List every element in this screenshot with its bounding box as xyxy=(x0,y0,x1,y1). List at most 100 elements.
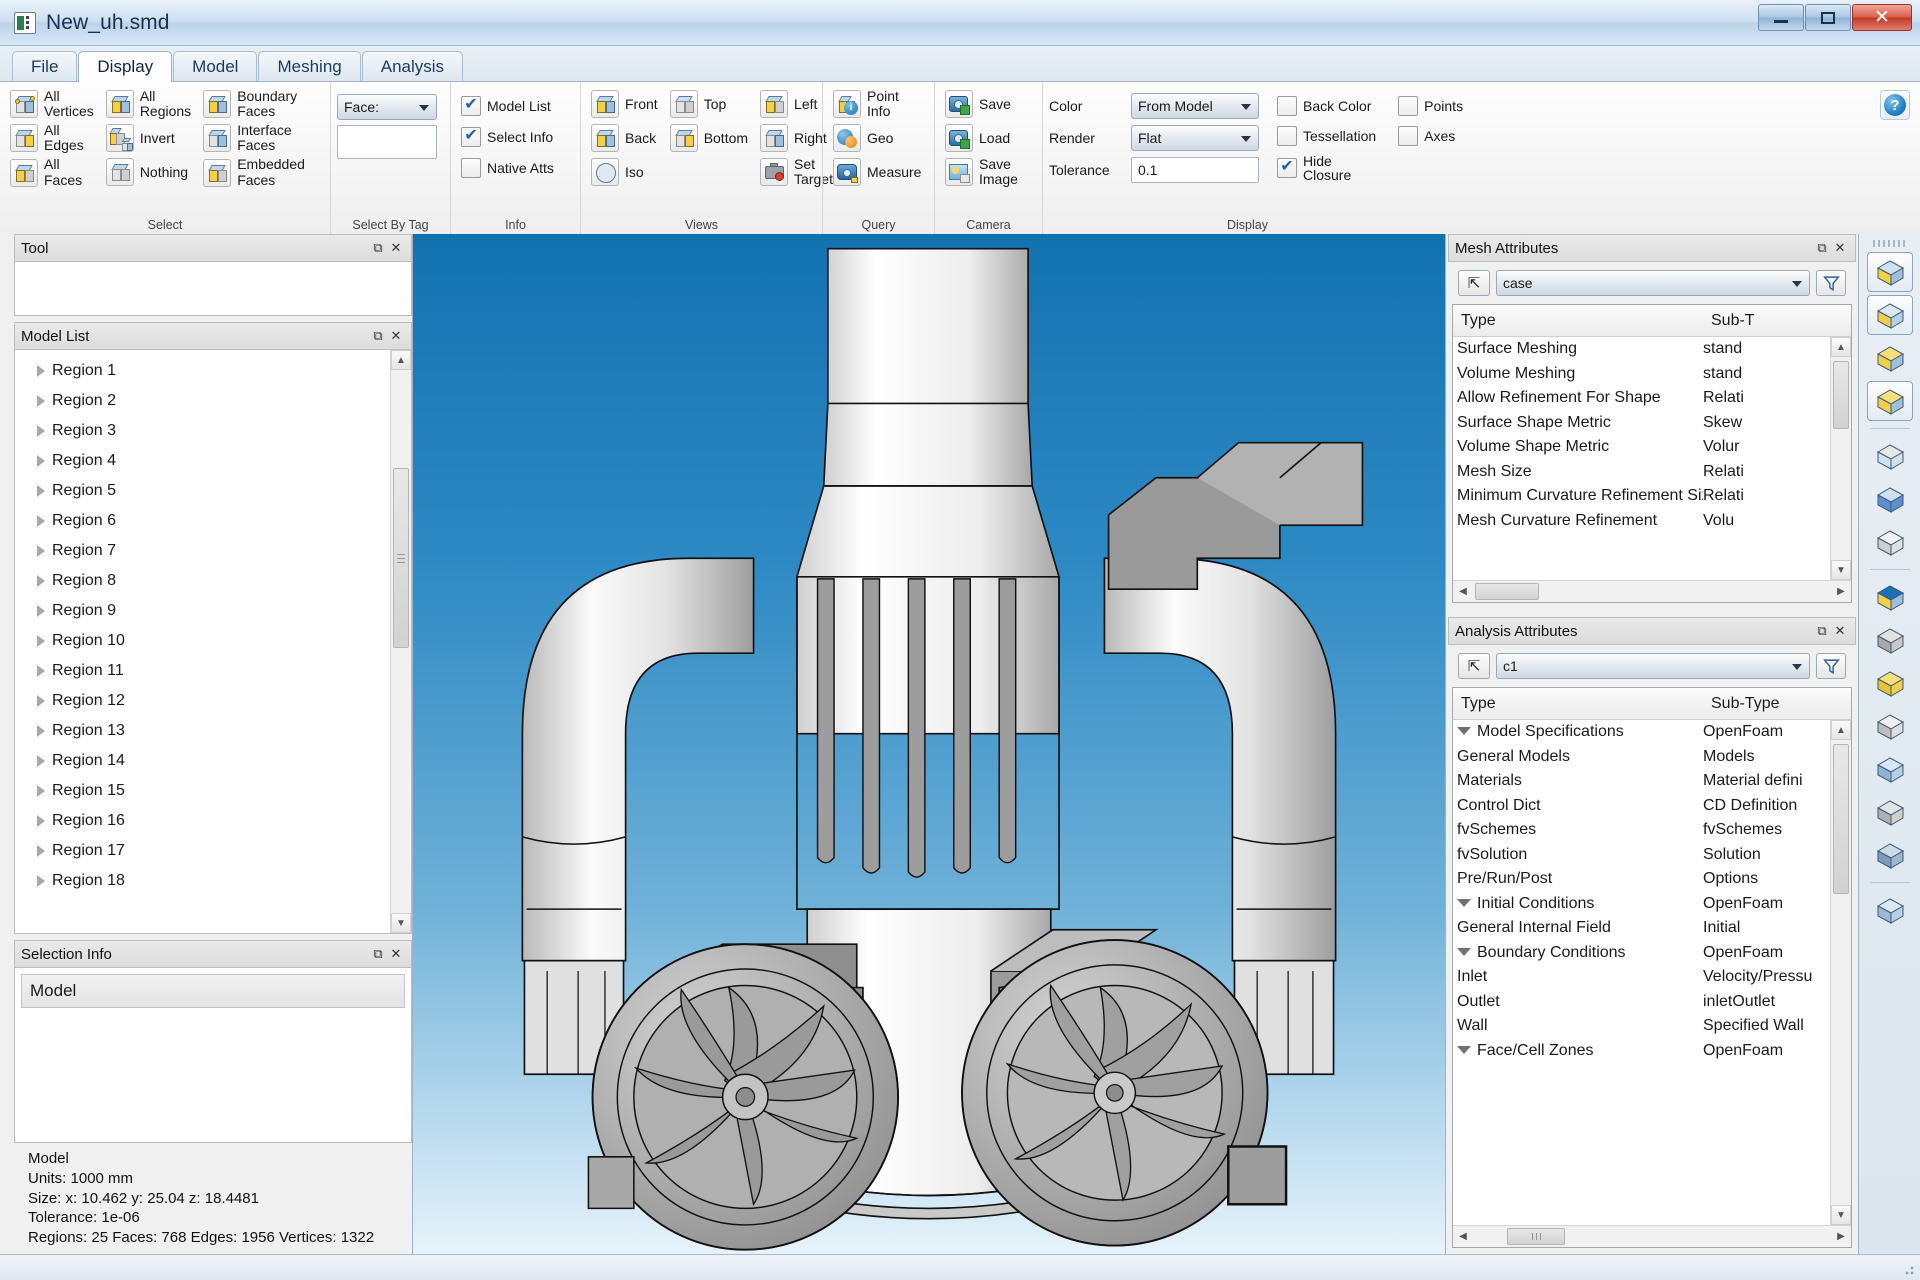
maximize-button[interactable] xyxy=(1805,4,1851,31)
mesh-attributes-undock-icon[interactable]: ⧉ xyxy=(1813,239,1831,257)
expand-triangle-icon[interactable] xyxy=(37,395,45,407)
expand-triangle-icon[interactable] xyxy=(37,425,45,437)
selection-info-undock-icon[interactable]: ⧉ xyxy=(369,945,387,963)
select-all-faces-button[interactable]: All Faces xyxy=(6,156,98,188)
open-box-icon[interactable] xyxy=(1867,890,1913,930)
tolerance-input[interactable]: 0.1 xyxy=(1131,157,1259,183)
camera-save-button[interactable]: Save xyxy=(941,88,1036,120)
show-hide-regions-icon[interactable] xyxy=(1866,252,1913,292)
view-top-button[interactable]: Top xyxy=(666,88,752,120)
3d-model-viewport[interactable] xyxy=(413,234,1445,1254)
model-list-item[interactable]: Region 14 xyxy=(15,746,411,776)
rail-grip-handle[interactable] xyxy=(1872,240,1907,247)
scroll-right-icon[interactable]: ▶ xyxy=(1831,1231,1851,1242)
analysis-grid-vscroll[interactable]: ▲ ▼ xyxy=(1830,720,1851,1225)
table-row[interactable]: Pre/Run/Post Options xyxy=(1453,867,1851,892)
scroll-thumb[interactable] xyxy=(1475,583,1539,600)
analysis-attributes-grid[interactable]: Type Sub-Type Model Specifications OpenFo… xyxy=(1452,687,1852,1248)
cutaway-view-icon[interactable] xyxy=(1866,295,1913,335)
expand-triangle-icon[interactable] xyxy=(37,665,45,677)
checkbox-select-info[interactable]: Select Info xyxy=(457,125,574,149)
analysis-grid-rows[interactable]: Model Specifications OpenFoam General Mode… xyxy=(1453,720,1851,1225)
wireframe-refresh-icon[interactable] xyxy=(1867,436,1913,476)
expand-triangle-icon[interactable] xyxy=(37,875,45,887)
table-row[interactable]: Surface Meshing stand xyxy=(1453,337,1851,362)
expand-triangle-icon[interactable] xyxy=(37,365,45,377)
model-list-tree[interactable]: Region 1 Region 2 Region 3 Region 4 Region 5… xyxy=(15,350,411,896)
table-row[interactable]: fvSolution Solution xyxy=(1453,843,1851,868)
view-iso-button[interactable]: Iso xyxy=(587,156,662,188)
table-row[interactable]: Control Dict CD Definition xyxy=(1453,794,1851,819)
slab-refresh-icon[interactable] xyxy=(1867,835,1913,875)
table-row[interactable]: Outlet inletOutlet xyxy=(1453,990,1851,1015)
model-list-item[interactable]: Region 11 xyxy=(15,656,411,686)
mesh-case-combo[interactable]: case xyxy=(1496,270,1810,296)
analysis-filter-icon[interactable] xyxy=(1816,653,1846,679)
region-info-icon[interactable] xyxy=(1867,577,1913,617)
minimize-button[interactable] xyxy=(1758,4,1804,31)
table-row[interactable]: Materials Material defini xyxy=(1453,769,1851,794)
tab-file[interactable]: File xyxy=(12,51,78,81)
model-list-item[interactable]: Region 9 xyxy=(15,596,411,626)
tool-panel-close-icon[interactable]: ✕ xyxy=(387,239,405,257)
measure-button[interactable]: Measure xyxy=(829,156,928,188)
analysis-attributes-close-icon[interactable]: ✕ xyxy=(1831,622,1849,640)
scroll-left-icon[interactable]: ◀ xyxy=(1453,1231,1473,1242)
model-list-item[interactable]: Region 12 xyxy=(15,686,411,716)
point-info-button[interactable]: i Point Info xyxy=(829,88,928,120)
expand-triangle-icon[interactable] xyxy=(37,755,45,767)
blue-slab-icon[interactable] xyxy=(1867,749,1913,789)
model-list-item[interactable]: Region 4 xyxy=(15,446,411,476)
scroll-right-icon[interactable]: ▶ xyxy=(1831,586,1851,597)
table-row[interactable]: Face/Cell Zones OpenFoam xyxy=(1453,1039,1851,1064)
scroll-thumb[interactable] xyxy=(1833,744,1849,894)
mesh-grid-rows[interactable]: Surface Meshing stand Volume Meshing stand A… xyxy=(1453,337,1851,580)
table-row[interactable]: Boundary Conditions OpenFoam xyxy=(1453,941,1851,966)
light-slab-icon[interactable] xyxy=(1867,706,1913,746)
expand-triangle-icon[interactable] xyxy=(37,575,45,587)
selection-info-close-icon[interactable]: ✕ xyxy=(387,945,405,963)
collapse-triangle-icon[interactable] xyxy=(1457,727,1471,736)
table-row[interactable]: Allow Refinement For Shape Relati xyxy=(1453,386,1851,411)
expand-triangle-icon[interactable] xyxy=(37,455,45,467)
tool-panel-undock-icon[interactable]: ⧉ xyxy=(369,239,387,257)
table-row[interactable]: Volume Shape Metric Volur xyxy=(1453,435,1851,460)
two-region-icon[interactable] xyxy=(1867,338,1913,378)
view-bottom-button[interactable]: Bottom xyxy=(666,122,752,154)
model-list-item[interactable]: Region 10 xyxy=(15,626,411,656)
resize-grip-icon[interactable] xyxy=(1900,1261,1916,1277)
mesh-grid-vscroll[interactable]: ▲ ▼ xyxy=(1830,337,1851,580)
scroll-down-icon[interactable]: ▼ xyxy=(1831,1205,1851,1225)
model-list-close-icon[interactable]: ✕ xyxy=(387,327,405,345)
mesh-add-attribute-icon[interactable]: ⇱ xyxy=(1458,270,1490,296)
table-row[interactable]: Mesh Curvature Refinement Volu xyxy=(1453,509,1851,534)
expand-triangle-icon[interactable] xyxy=(37,485,45,497)
table-row[interactable]: Surface Shape Metric Skew xyxy=(1453,411,1851,436)
scroll-left-icon[interactable]: ◀ xyxy=(1453,586,1473,597)
select-boundary-faces-button[interactable]: Boundary Faces xyxy=(199,88,309,120)
view-front-button[interactable]: Front xyxy=(587,88,662,120)
scroll-thumb[interactable] xyxy=(1507,1228,1565,1245)
table-row[interactable]: Volume Meshing stand xyxy=(1453,362,1851,387)
analysis-add-attribute-icon[interactable]: ⇱ xyxy=(1458,653,1490,679)
model-list-undock-icon[interactable]: ⧉ xyxy=(369,327,387,345)
expand-triangle-icon[interactable] xyxy=(37,725,45,737)
scroll-down-icon[interactable]: ▼ xyxy=(391,913,411,933)
geo-button[interactable]: Geo xyxy=(829,122,928,154)
scroll-thumb[interactable] xyxy=(393,468,409,648)
tab-display[interactable]: Display xyxy=(78,51,173,82)
scroll-thumb[interactable] xyxy=(1833,361,1849,429)
model-list-item[interactable]: Region 18 xyxy=(15,866,411,896)
select-nothing-button[interactable]: Nothing xyxy=(102,156,195,188)
tab-meshing[interactable]: Meshing xyxy=(258,51,361,81)
model-list-item[interactable]: Region 13 xyxy=(15,716,411,746)
analysis-grid-hscroll[interactable]: ◀ ▶ xyxy=(1453,1225,1851,1247)
checkbox-tessellation-box[interactable] xyxy=(1277,126,1297,146)
table-row[interactable]: Initial Conditions OpenFoam xyxy=(1453,892,1851,917)
checkbox-axes-box[interactable] xyxy=(1398,126,1419,146)
collapse-triangle-icon[interactable] xyxy=(1457,1045,1471,1054)
expand-triangle-icon[interactable] xyxy=(37,815,45,827)
mesh-attributes-close-icon[interactable]: ✕ xyxy=(1831,239,1849,257)
model-list-item[interactable]: Region 6 xyxy=(15,506,411,536)
table-row[interactable]: Model Specifications OpenFoam xyxy=(1453,720,1851,745)
